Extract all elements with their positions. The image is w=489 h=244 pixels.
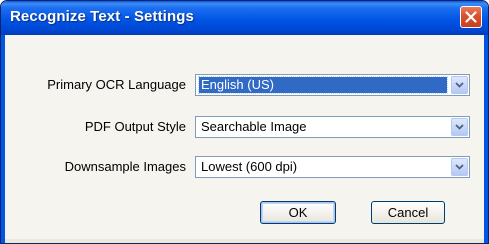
downsample-images-label: Downsample Images [64,159,186,174]
chevron-down-icon [455,124,464,130]
pdf-output-style-select[interactable]: Searchable Image [195,116,470,138]
primary-ocr-language-label: Primary OCR Language [47,77,186,92]
settings-dialog: Recognize Text - Settings Primary OCR La… [0,0,489,244]
pdf-output-style-label: PDF Output Style [84,119,186,134]
primary-ocr-language-value: English (US) [198,76,448,94]
downsample-images-select[interactable]: Lowest (600 dpi) [195,156,470,178]
close-icon [465,11,477,23]
primary-ocr-language-dropdown-button[interactable] [451,76,468,94]
chevron-down-icon [455,164,464,170]
chevron-down-icon [455,82,464,88]
ok-button[interactable]: OK [260,201,336,224]
downsample-images-value: Lowest (600 dpi) [201,159,298,174]
title-bar[interactable]: Recognize Text - Settings [1,1,488,35]
pdf-output-style-value: Searchable Image [201,119,307,134]
primary-ocr-language-select[interactable]: English (US) [195,74,470,96]
cancel-button[interactable]: Cancel [371,201,445,224]
dialog-title: Recognize Text - Settings [10,8,194,25]
window-frame-right [484,35,488,243]
close-button[interactable] [460,6,482,28]
pdf-output-style-dropdown-button[interactable] [451,118,468,136]
downsample-images-dropdown-button[interactable] [451,158,468,176]
